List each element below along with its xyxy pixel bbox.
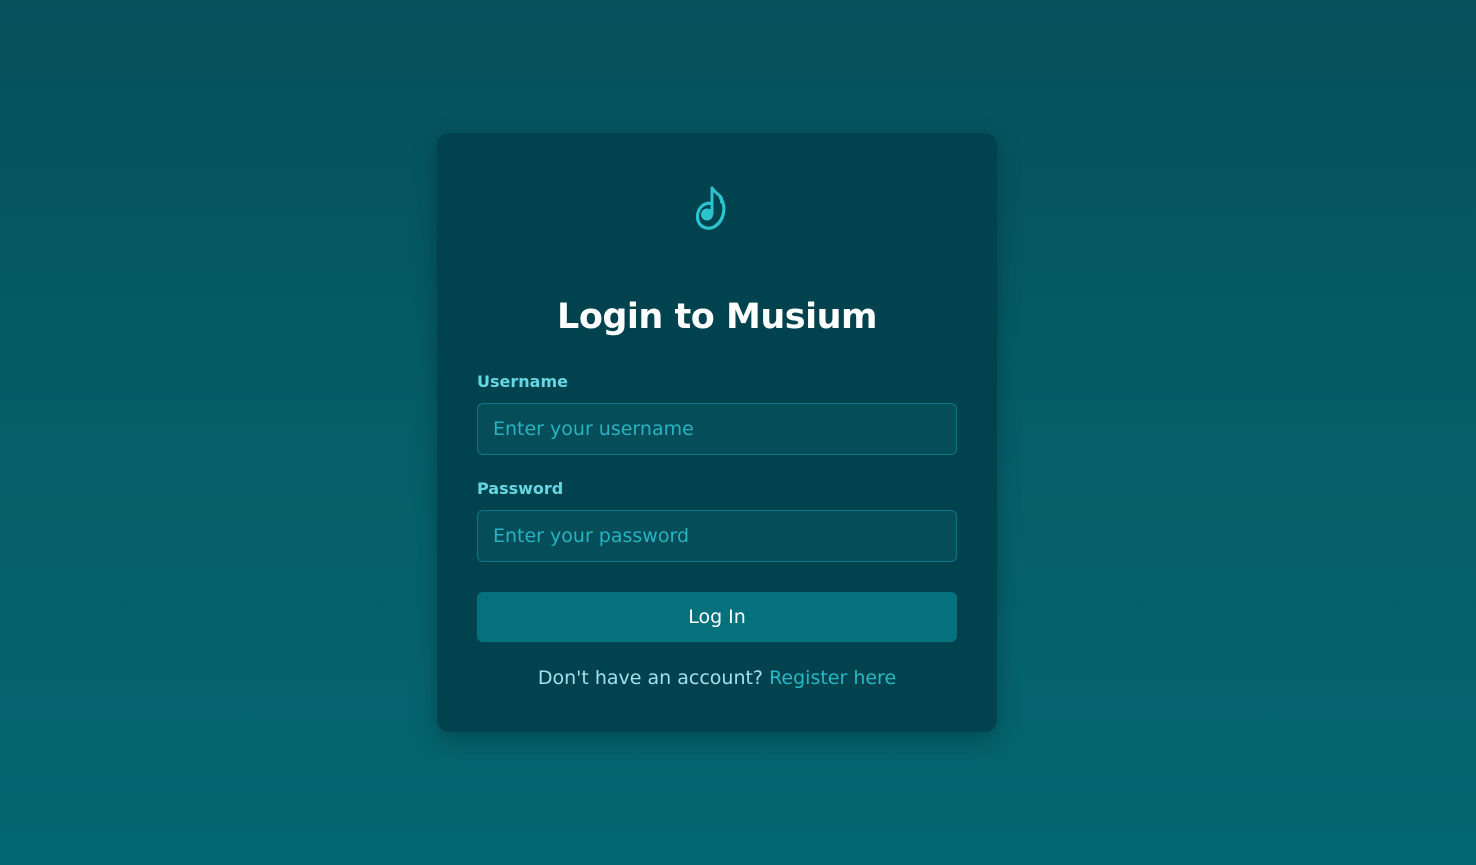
login-card: Login to Musium Username Password Log In… xyxy=(437,133,997,732)
password-label: Password xyxy=(477,479,564,498)
username-label: Username xyxy=(477,372,568,391)
register-prompt-text: Don't have an account? xyxy=(537,667,764,689)
register-prompt: Don't have an account? Register here xyxy=(437,665,997,691)
login-button[interactable]: Log In xyxy=(477,592,957,642)
password-input[interactable] xyxy=(477,510,957,562)
username-input[interactable] xyxy=(477,403,957,455)
register-link[interactable]: Register here xyxy=(769,667,896,689)
page-title: Login to Musium xyxy=(557,297,877,337)
music-note-icon xyxy=(695,186,726,230)
